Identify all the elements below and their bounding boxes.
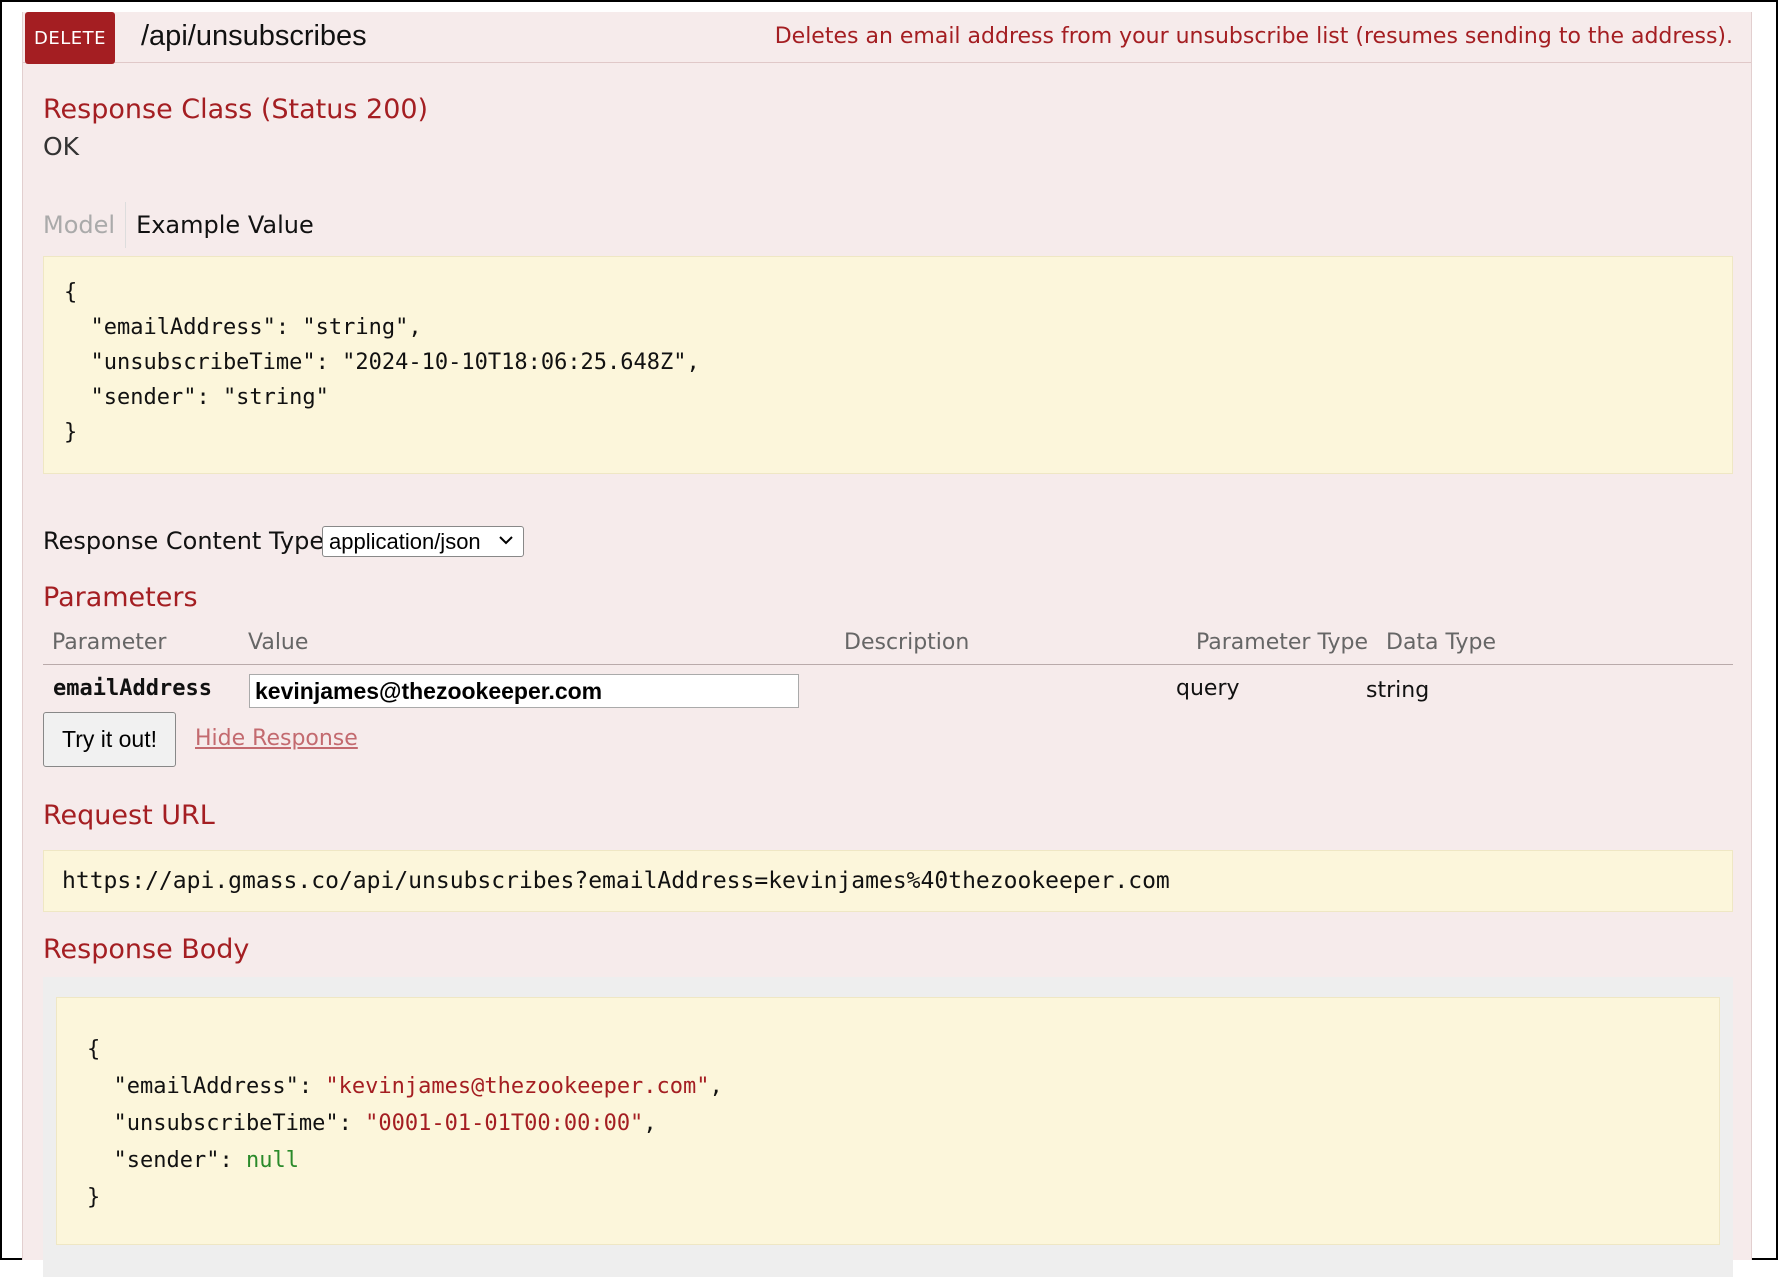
json-key: "unsubscribeTime": [87,1111,366,1136]
request-url-box: https://api.gmass.co/api/unsubscribes?em… [43,850,1733,912]
col-parameter-type: Parameter Type [1196,630,1368,655]
http-method-badge[interactable]: DELETE [25,12,115,64]
browser-frame: DELETE /api/unsubscribes Deletes an emai… [0,0,1778,1277]
operation-panel: DELETE /api/unsubscribes Deletes an emai… [22,12,1752,1277]
response-status-text: OK [43,132,80,161]
col-parameter: Parameter [52,630,167,655]
json-field-line: "emailAddress": "kevinjames@thezookeeper… [87,1068,1719,1105]
param-data-type: string [1366,678,1430,703]
json-key: "sender": [87,1148,246,1173]
json-comma: , [643,1111,657,1136]
json-close-brace: } [87,1185,101,1210]
example-json-line: "sender": "string" [64,385,329,410]
content-type-select[interactable]: application/json [322,526,524,557]
example-json-line: "emailAddress": "string", [64,315,422,340]
request-url-title: Request URL [43,800,215,831]
col-value: Value [248,630,309,655]
example-json-line: "unsubscribeTime": "2024-10-10T18:06:25.… [64,350,700,375]
example-json-line: } [64,420,78,445]
chevron-down-icon [499,536,513,545]
hide-response-link[interactable]: Hide Response [195,726,358,751]
response-body-json: { "emailAddress": "kevinjames@thezookeep… [57,998,1719,1216]
content-type-value: application/json [329,528,481,554]
try-it-out-button[interactable]: Try it out! [43,712,176,767]
content-type-label: Response Content Type [43,527,325,555]
response-class-title: Response Class (Status 200) [43,94,429,125]
json-value: "0001-01-01T00:00:00" [365,1111,644,1136]
tab-example-value[interactable]: Example Value [126,202,314,248]
parameters-title: Parameters [43,582,198,613]
example-json-line: { [64,280,78,305]
json-key: "emailAddress": [87,1074,326,1099]
operation-heading[interactable]: DELETE /api/unsubscribes Deletes an emai… [23,12,1751,64]
example-json: { "emailAddress": "string", "unsubscribe… [44,257,1732,450]
json-comma: , [709,1074,723,1099]
parameters-table-header: Parameter Value Description Parameter Ty… [43,620,1733,665]
response-body-wrapper: { "emailAddress": "kevinjames@thezookeep… [43,977,1733,1277]
model-tabs: Model Example Value [43,202,314,248]
example-value-box: { "emailAddress": "string", "unsubscribe… [43,256,1733,474]
json-open-brace: { [87,1037,101,1062]
endpoint-summary: Deletes an email address from your unsub… [774,24,1733,49]
request-url-value: https://api.gmass.co/api/unsubscribes?em… [62,868,1170,894]
email-address-input[interactable]: kevinjames@thezookeeper.com [249,674,799,708]
col-description: Description [844,630,970,655]
endpoint-path[interactable]: /api/unsubscribes [141,20,367,53]
json-field-line: "unsubscribeTime": "0001-01-01T00:00:00"… [87,1105,1719,1142]
json-field-line: "sender": null [87,1142,1719,1179]
col-data-type: Data Type [1386,630,1497,655]
tab-model[interactable]: Model [43,202,127,248]
json-value: "kevinjames@thezookeeper.com" [325,1074,710,1099]
response-body-box: { "emailAddress": "kevinjames@thezookeep… [56,997,1720,1245]
param-name: emailAddress [53,676,212,701]
json-value: null [245,1148,299,1173]
response-body-title: Response Body [43,934,250,965]
param-type: query [1176,676,1240,701]
